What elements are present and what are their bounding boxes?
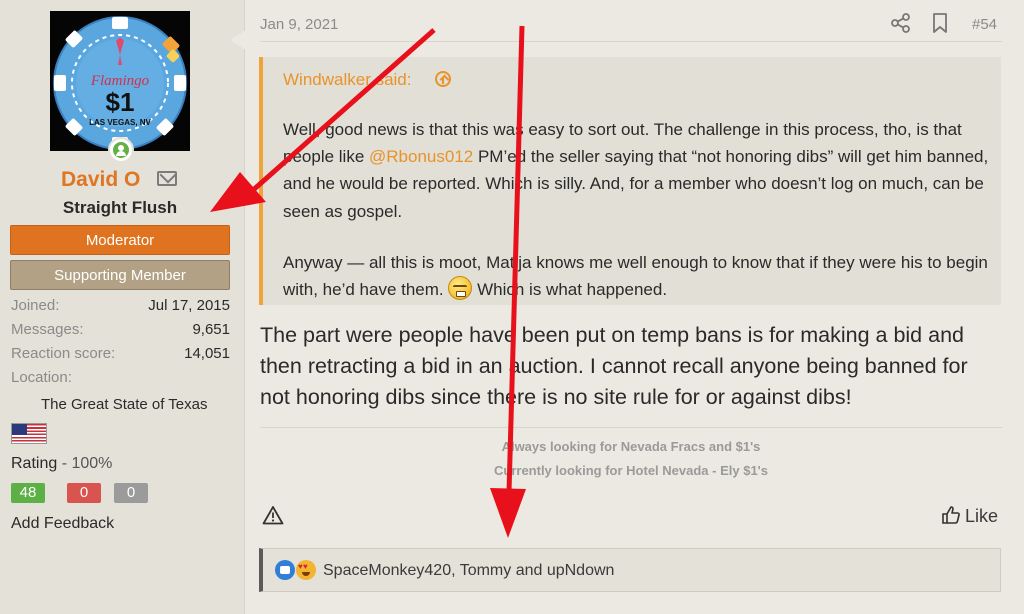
signature-line: Currently looking for Hotel Nevada - Ely… bbox=[494, 463, 768, 478]
user-mention[interactable]: @Rbonus012 bbox=[369, 147, 473, 166]
post-number[interactable]: #54 bbox=[972, 16, 997, 33]
reaction-users[interactable]: SpaceMonkey420, Tommy and upNdown bbox=[323, 562, 614, 580]
location-value[interactable]: The Great State of Texas bbox=[41, 396, 207, 413]
stat-location: Location: bbox=[11, 369, 230, 393]
rating: Rating - 100% bbox=[11, 455, 112, 473]
user-stats: Joined: Jul 17, 2015 Messages: 9,651 Rea… bbox=[11, 297, 230, 393]
like-label: Like bbox=[965, 506, 999, 526]
like-button[interactable]: Like bbox=[941, 505, 998, 527]
stat-reaction-score: Reaction score: 14,051 bbox=[11, 345, 230, 369]
bookmark-icon[interactable] bbox=[930, 12, 950, 34]
quote-paragraph: Well, good news is that this was easy to… bbox=[283, 116, 989, 225]
user-sidebar: Flamingo $1 LAS VEGAS, NV David O Straig… bbox=[0, 0, 245, 614]
avatar-chip-image: Flamingo $1 LAS VEGAS, NV bbox=[50, 11, 190, 151]
post-body: The part were people have been put on te… bbox=[260, 323, 968, 409]
mail-icon[interactable] bbox=[157, 171, 177, 186]
avatar[interactable]: Flamingo $1 LAS VEGAS, NV bbox=[50, 11, 190, 151]
feedback-neutral[interactable]: 0 bbox=[114, 483, 148, 503]
stat-label: Messages: bbox=[11, 321, 84, 338]
rating-value: - 100% bbox=[61, 455, 113, 472]
thread-post: Flamingo $1 LAS VEGAS, NV David O Straig… bbox=[0, 0, 1024, 614]
moderator-banner: Moderator bbox=[10, 225, 230, 255]
stat-value[interactable]: 9,651 bbox=[192, 321, 230, 338]
stat-label: Joined: bbox=[11, 297, 60, 314]
add-feedback-link[interactable]: Add Feedback bbox=[11, 515, 114, 533]
quote-block: Windwalker said: Well, good news is that… bbox=[259, 57, 1001, 305]
stat-value: Jul 17, 2015 bbox=[148, 297, 230, 314]
rating-label: Rating bbox=[11, 455, 58, 472]
quote-body: Well, good news is that this was easy to… bbox=[283, 116, 989, 303]
like-thumb-icon bbox=[942, 506, 960, 524]
user-title: Straight Flush bbox=[62, 198, 178, 217]
grin-smiley-icon bbox=[448, 276, 473, 301]
divider bbox=[260, 41, 1002, 42]
reactions-bar[interactable]: SpaceMonkey420, Tommy and upNdown bbox=[259, 548, 1001, 592]
like-reaction-icon bbox=[275, 560, 295, 580]
signature-line: Always looking for Nevada Fracs and $1's bbox=[501, 439, 761, 454]
svg-text:$1: $1 bbox=[106, 87, 135, 117]
svg-text:LAS VEGAS, NV: LAS VEGAS, NV bbox=[89, 118, 151, 127]
stat-joined: Joined: Jul 17, 2015 bbox=[11, 297, 230, 321]
post-pointer bbox=[230, 30, 246, 50]
supporting-member-banner: Supporting Member bbox=[10, 260, 230, 290]
stat-label: Location: bbox=[11, 369, 72, 386]
post-date[interactable]: Jan 9, 2021 bbox=[260, 16, 338, 33]
love-reaction-icon bbox=[296, 560, 316, 580]
stat-value: 14,051 bbox=[184, 345, 230, 362]
quote-paragraph: Anyway — all this is moot, Matija knows … bbox=[283, 249, 989, 303]
username[interactable]: David O bbox=[61, 168, 140, 192]
signature-divider bbox=[260, 427, 1002, 428]
stat-messages: Messages: 9,651 bbox=[11, 321, 230, 345]
quote-jump-icon[interactable] bbox=[435, 71, 451, 87]
feedback-negative[interactable]: 0 bbox=[67, 483, 101, 503]
online-status-icon bbox=[108, 137, 134, 163]
us-flag-icon bbox=[11, 423, 47, 444]
stat-label: Reaction score: bbox=[11, 345, 116, 362]
quote-text: Which is what happened. bbox=[472, 280, 668, 300]
feedback-positive[interactable]: 48 bbox=[11, 483, 45, 503]
share-icon[interactable] bbox=[890, 12, 912, 34]
report-icon[interactable] bbox=[262, 505, 284, 525]
quote-author[interactable]: Windwalker said: bbox=[283, 70, 412, 90]
